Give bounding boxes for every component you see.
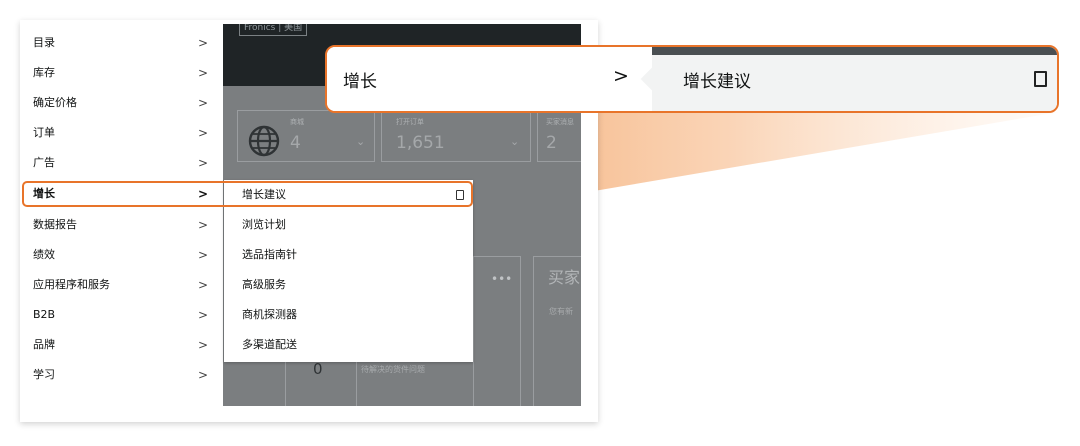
menu-item-inventory[interactable]: 库存 >	[22, 58, 222, 88]
submenu-item-premium-services[interactable]: 高级服务	[224, 270, 473, 300]
menu-item-label: 广告	[33, 156, 55, 169]
menu-item-brands[interactable]: 品牌 >	[22, 330, 222, 360]
chevron-right-icon: >	[198, 218, 209, 232]
submenu-item-label: 浏览计划	[242, 218, 286, 231]
menu-item-label: 目录	[33, 36, 55, 49]
stat-widget-marketplace: 商城 4 ⌄	[237, 110, 375, 162]
globe-icon	[248, 125, 280, 157]
bookmark-icon[interactable]	[1034, 71, 1047, 87]
callout-header-band	[652, 47, 1057, 55]
menu-item-label: 库存	[33, 66, 55, 79]
stat-widget-buyer-messages: 买家消息 2	[537, 110, 581, 162]
main-nav-menu: 目录 > 库存 > 确定价格 > 订单 > 广告 > 增长 > 数据报告 > 绩…	[22, 26, 222, 402]
buyer-card-subtitle: 您有新	[549, 307, 573, 316]
issue-label: 待解决的货件问题	[361, 365, 425, 374]
issue-count: 0	[313, 360, 323, 378]
store-region-tag: Fronics | 美国	[239, 24, 308, 36]
submenu-item-label: 商机探测器	[242, 308, 297, 321]
menu-item-label: 学习	[33, 368, 55, 381]
chevron-down-icon: ⌄	[356, 135, 366, 148]
highlight-frame	[22, 181, 473, 207]
stat-value: 2	[546, 133, 557, 153]
menu-item-orders[interactable]: 订单 >	[22, 118, 222, 148]
chevron-down-icon: ⌄	[510, 135, 520, 148]
menu-item-label: 确定价格	[33, 96, 77, 109]
menu-item-label: 绩效	[33, 248, 55, 261]
chevron-right-icon: >	[198, 66, 209, 80]
stat-label: 打开订单	[396, 118, 424, 126]
stat-value: 1,651	[396, 133, 445, 153]
chevron-right-icon: >	[198, 96, 209, 110]
menu-item-label: 品牌	[33, 338, 55, 351]
submenu-item-product-guide[interactable]: 选品指南针	[224, 240, 473, 270]
menu-item-pricing[interactable]: 确定价格 >	[22, 88, 222, 118]
submenu-item-opportunity-explorer[interactable]: 商机探测器	[224, 300, 473, 330]
stat-label: 商城	[290, 118, 304, 126]
chevron-right-icon: >	[613, 65, 629, 87]
menu-item-label: 数据报告	[33, 218, 77, 231]
submenu-item-label: 多渠道配送	[242, 338, 297, 351]
stat-label: 买家消息	[546, 118, 574, 126]
menu-item-learn[interactable]: 学习 >	[22, 360, 222, 390]
growth-submenu: 增长建议 浏览计划 选品指南针 高级服务 商机探测器 多渠道配送	[224, 180, 473, 362]
menu-item-catalog[interactable]: 目录 >	[22, 28, 222, 58]
stat-value: 4	[290, 133, 301, 153]
zoom-callout: 增长 > 增长建议	[325, 45, 1059, 113]
submenu-item-label: 选品指南针	[242, 248, 297, 261]
menu-item-advertising[interactable]: 广告 >	[22, 148, 222, 178]
chevron-right-icon: >	[198, 126, 209, 140]
menu-item-reports[interactable]: 数据报告 >	[22, 210, 222, 240]
menu-item-label: 订单	[33, 126, 55, 139]
chevron-right-icon: >	[198, 278, 209, 292]
chevron-right-icon: >	[198, 248, 209, 262]
chevron-right-icon: >	[198, 338, 209, 352]
chevron-right-icon: >	[198, 308, 209, 322]
chevron-right-icon: >	[198, 368, 209, 382]
submenu-item-multichannel-fulfillment[interactable]: 多渠道配送	[224, 330, 473, 360]
menu-item-label: 应用程序和服务	[33, 278, 110, 291]
chevron-right-icon: >	[198, 36, 209, 50]
menu-item-label: B2B	[33, 308, 56, 321]
menu-item-b2b[interactable]: B2B >	[22, 300, 222, 330]
buyer-card-title: 买家	[548, 268, 581, 287]
more-options-icon: •••	[491, 272, 513, 286]
callout-growth-opportunities-label: 增长建议	[683, 72, 751, 92]
menu-item-apps-services[interactable]: 应用程序和服务 >	[22, 270, 222, 300]
submenu-item-vine[interactable]: 浏览计划	[224, 210, 473, 240]
stat-widget-open-orders: 打开订单 1,651 ⌄	[381, 110, 531, 162]
callout-growth-label: 增长	[343, 72, 377, 92]
submenu-item-label: 高级服务	[242, 278, 286, 291]
chevron-right-icon: >	[198, 156, 209, 170]
menu-item-performance[interactable]: 绩效 >	[22, 240, 222, 270]
